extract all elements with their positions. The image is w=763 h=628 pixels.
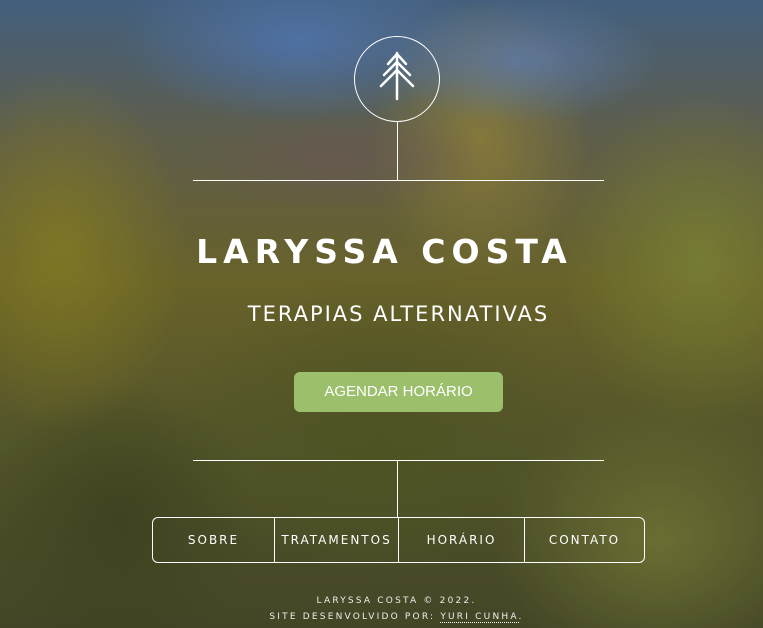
nav-item-tratamentos[interactable]: TRATAMENTOS [274, 518, 398, 562]
hero-section: LARYSSA COSTA TERAPIAS ALTERNATIVAS AGEN… [0, 0, 763, 628]
nav-item-horario[interactable]: HORÁRIO [398, 518, 524, 562]
logo-connector-line [397, 122, 398, 180]
schedule-button[interactable]: AGENDAR HORÁRIO [294, 372, 503, 412]
logo [354, 36, 440, 122]
nav-item-sobre[interactable]: SOBRE [153, 518, 274, 562]
nav-item-contato[interactable]: CONTATO [524, 518, 644, 562]
footer-credit-suffix: . [518, 612, 524, 622]
tree-icon [379, 51, 415, 101]
main-nav: SOBRE TRATAMENTOS HORÁRIO CONTATO [152, 517, 645, 563]
footer-copyright: LARYSSA COSTA © 2022. [316, 596, 477, 606]
developer-link[interactable]: YURI CUNHA [440, 612, 519, 623]
page-title: LARYSSA COSTA [196, 232, 573, 271]
bottom-divider [193, 460, 604, 461]
page-subtitle: TERAPIAS ALTERNATIVAS [247, 302, 550, 326]
nav-connector-line [397, 460, 398, 517]
top-divider [193, 180, 604, 181]
footer-credit-prefix: SITE DESENVOLVIDO POR: [269, 612, 441, 622]
footer-credit: SITE DESENVOLVIDO POR: YURI CUNHA. [0, 612, 763, 623]
